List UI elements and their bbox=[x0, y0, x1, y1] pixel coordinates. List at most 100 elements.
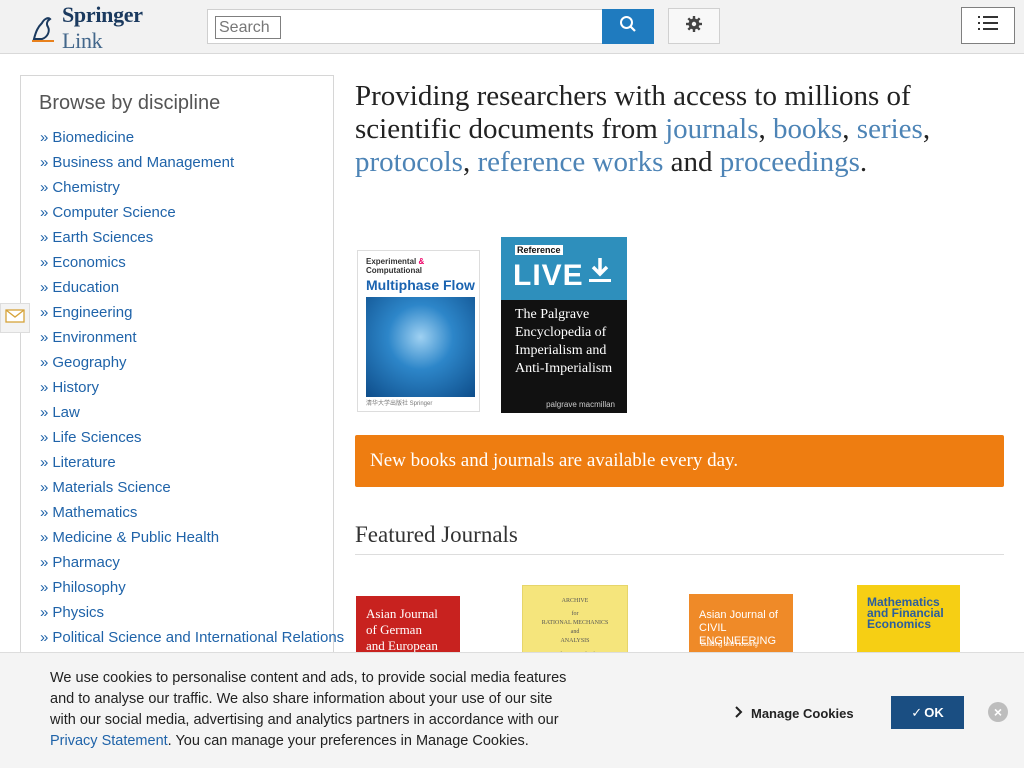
discipline-label: Philosophy bbox=[52, 579, 126, 596]
journal4-title: Mathematics and Financial Economics bbox=[867, 596, 944, 630]
discipline-item[interactable]: » Physics bbox=[40, 603, 344, 628]
discipline-bullet: » bbox=[40, 579, 49, 596]
reference-works-link[interactable]: reference works bbox=[477, 146, 663, 178]
discipline-bullet: » bbox=[40, 404, 49, 421]
close-cookie-banner-button[interactable]: × bbox=[988, 702, 1008, 722]
discipline-item[interactable]: » Political Science and International Rel… bbox=[40, 628, 344, 653]
journal2-title-line: and bbox=[570, 629, 580, 635]
checkmark-icon: ✓ bbox=[911, 704, 923, 720]
discipline-item[interactable]: » Geography bbox=[40, 353, 344, 378]
book2-title-line: Imperialism and bbox=[515, 343, 607, 358]
discipline-item[interactable]: » Philosophy bbox=[40, 578, 344, 603]
discipline-label: Life Sciences bbox=[52, 429, 142, 446]
search-button[interactable] bbox=[602, 9, 654, 44]
discipline-item[interactable]: » Business and Management bbox=[40, 153, 344, 178]
chevron-right-icon bbox=[735, 705, 743, 721]
search-input[interactable] bbox=[215, 16, 281, 39]
discipline-label: Education bbox=[52, 279, 120, 296]
discipline-label: Environment bbox=[52, 329, 137, 346]
book1-publishers: 清华大学出版社 Springer bbox=[366, 401, 433, 407]
proceedings-link[interactable]: proceedings bbox=[720, 146, 860, 178]
discipline-label: Business and Management bbox=[52, 154, 235, 171]
springerlink-logo[interactable]: Springer Link bbox=[30, 2, 182, 53]
journal1-title-line: Asian Journal bbox=[366, 606, 438, 621]
discipline-item[interactable]: » Engineering bbox=[40, 303, 344, 328]
discipline-label: History bbox=[52, 379, 100, 396]
discipline-label: Political Science and International Rela… bbox=[52, 629, 345, 646]
hero-and-text: and bbox=[670, 146, 713, 178]
discipline-bullet: » bbox=[40, 504, 49, 521]
discipline-label: Chemistry bbox=[52, 179, 120, 196]
discipline-item[interactable]: » Materials Science bbox=[40, 478, 344, 503]
book-cover-palgrave-encyclopedia[interactable]: Reference LIVE The Palgrave Encyclopedia… bbox=[501, 237, 627, 413]
cookie-text-rest: . You can manage your preferences in Man… bbox=[167, 733, 529, 749]
banner-text[interactable]: New books and journals are available eve… bbox=[370, 450, 738, 472]
feedback-mail-button[interactable] bbox=[0, 303, 30, 333]
discipline-item[interactable]: » Medicine & Public Health bbox=[40, 528, 344, 553]
discipline-item[interactable]: » Biomedicine bbox=[40, 128, 344, 153]
journals-link[interactable]: journals bbox=[665, 113, 758, 145]
book2-title-line: The Palgrave bbox=[515, 307, 590, 322]
discipline-item[interactable]: » Economics bbox=[40, 253, 344, 278]
discipline-bullet: » bbox=[40, 179, 49, 196]
discipline-bullet: » bbox=[40, 354, 49, 371]
discipline-item[interactable]: » Chemistry bbox=[40, 178, 344, 203]
discipline-item[interactable]: » Environment bbox=[40, 328, 344, 353]
discipline-bullet: » bbox=[40, 479, 49, 496]
hero-separator: , bbox=[462, 146, 471, 178]
discipline-bullet: » bbox=[40, 529, 49, 546]
discipline-label: Materials Science bbox=[52, 479, 171, 496]
manage-cookies-button[interactable]: Manage Cookies bbox=[731, 701, 854, 725]
discipline-label: Pharmacy bbox=[52, 554, 120, 571]
discipline-bullet: » bbox=[40, 604, 49, 621]
new-content-banner: New books and journals are available eve… bbox=[355, 435, 1004, 487]
list-menu-icon bbox=[978, 15, 998, 36]
discipline-item[interactable]: » Mathematics bbox=[40, 503, 344, 528]
privacy-statement-link[interactable]: Privacy Statement bbox=[50, 733, 168, 749]
protocols-link[interactable]: protocols bbox=[355, 146, 463, 178]
book2-publisher: palgrave macmillan bbox=[546, 400, 615, 409]
download-arrow-icon bbox=[585, 255, 615, 285]
discipline-label: Geography bbox=[52, 354, 127, 371]
journal3-title-line: Asian Journal of bbox=[699, 609, 778, 621]
journal-cover-asian-journal-german[interactable]: Asian Journal of German and European bbox=[356, 596, 460, 656]
journal2-title-line: for bbox=[571, 611, 579, 617]
accept-cookies-button[interactable]: ✓ OK bbox=[891, 696, 964, 729]
discipline-item[interactable]: » Computer Science bbox=[40, 203, 344, 228]
discipline-bullet: » bbox=[40, 129, 49, 146]
cookie-text-line: with our social media, advertising and a… bbox=[50, 712, 559, 728]
cookie-text-line: Privacy Statement. You can manage your p… bbox=[50, 731, 590, 752]
journal-cover-mathematics-financial-economics[interactable]: Mathematics and Financial Economics bbox=[857, 585, 960, 655]
cookie-message: We use cookies to personalise content an… bbox=[50, 668, 590, 752]
discipline-item[interactable]: » Literature bbox=[40, 453, 344, 478]
logo-sub-text: Link bbox=[62, 28, 103, 53]
journal-cover-rational-mechanics[interactable]: ARCHIVE for RATIONAL MECHANICS and ANALY… bbox=[522, 585, 628, 658]
discipline-item[interactable]: » Law bbox=[40, 403, 344, 428]
book1-subtitle-a: Experimental bbox=[366, 257, 417, 266]
book1-subtitle-amp: & bbox=[418, 257, 425, 266]
logo-main-text: Springer bbox=[62, 2, 143, 27]
discipline-item[interactable]: » Pharmacy bbox=[40, 553, 344, 578]
discipline-item[interactable]: » Education bbox=[40, 278, 344, 303]
search-bar bbox=[207, 9, 654, 44]
discipline-item[interactable]: » History bbox=[40, 378, 344, 403]
discipline-label: Engineering bbox=[52, 304, 133, 321]
main-menu-button[interactable] bbox=[961, 7, 1015, 44]
discipline-item[interactable]: » Earth Sciences bbox=[40, 228, 344, 253]
series-link[interactable]: series bbox=[857, 113, 923, 145]
discipline-bullet: » bbox=[40, 329, 49, 346]
gear-icon bbox=[685, 15, 703, 38]
sidebar-title: Browse by discipline bbox=[39, 92, 221, 114]
journal-cover-civil-engineering[interactable]: Asian Journal of CIVIL ENGINEERING Build… bbox=[689, 594, 793, 656]
book-cover-multiphase-flow[interactable]: Experimental & Computational Multiphase … bbox=[357, 250, 480, 412]
books-link[interactable]: books bbox=[773, 113, 842, 145]
book2-title-line: Encyclopedia of bbox=[515, 325, 607, 340]
discipline-item[interactable]: » Life Sciences bbox=[40, 428, 344, 453]
search-options-button[interactable] bbox=[668, 8, 720, 44]
book1-subtitle: Experimental & Computational bbox=[358, 251, 479, 275]
discipline-label: Law bbox=[52, 404, 80, 421]
cookie-banner: We use cookies to personalise content an… bbox=[0, 652, 1024, 768]
book1-subtitle-b: Computational bbox=[366, 266, 422, 275]
featured-journals-heading: Featured Journals bbox=[355, 522, 1004, 555]
search-icon bbox=[619, 15, 637, 38]
